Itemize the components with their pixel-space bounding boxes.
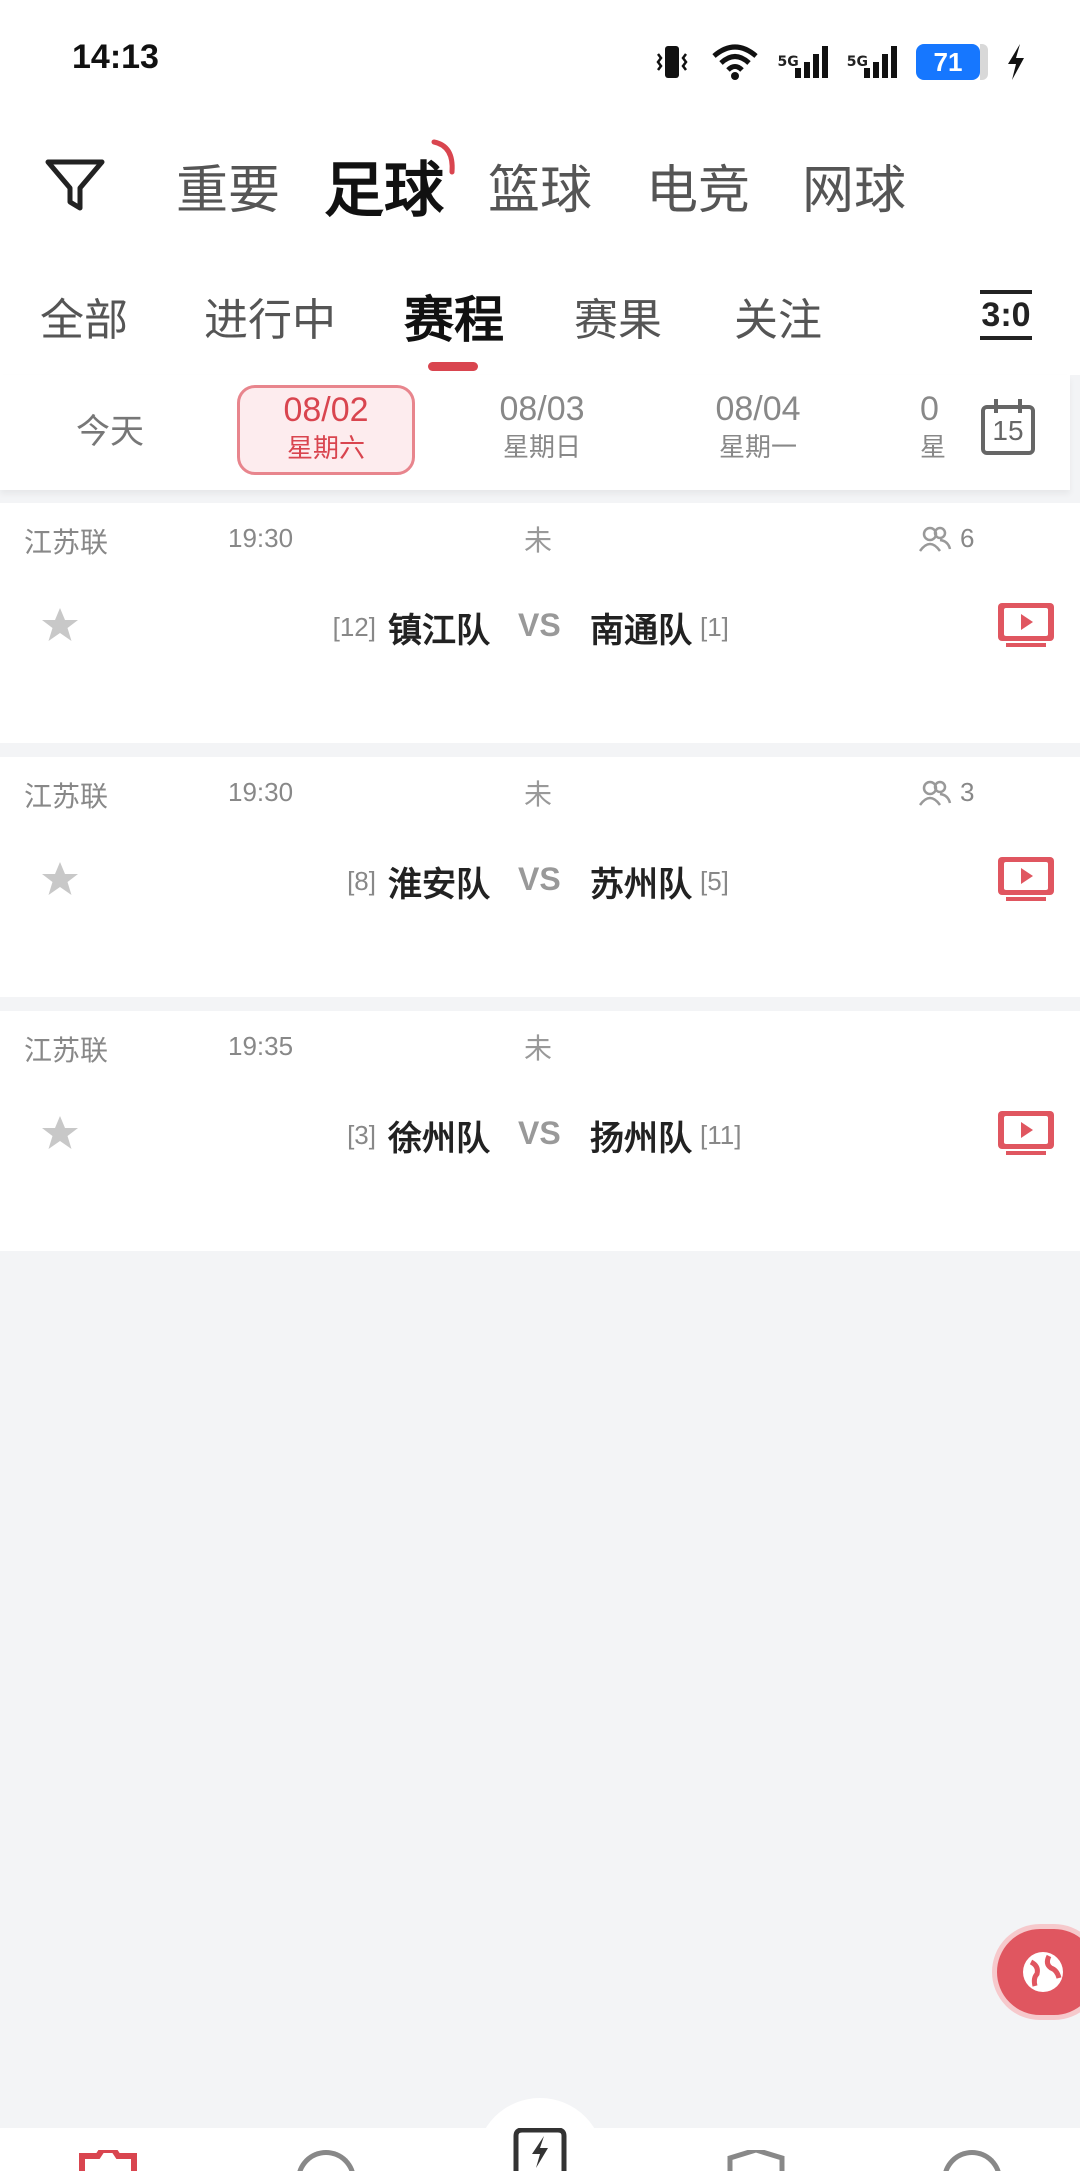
users-icon xyxy=(918,526,952,552)
filter-icon[interactable] xyxy=(40,150,110,220)
signal-label-1: 5G xyxy=(777,54,799,70)
date-weekday: 星期一 xyxy=(718,433,797,463)
tab-live[interactable]: 进行中 xyxy=(204,284,336,348)
away-rank: [5] xyxy=(700,866,729,896)
charging-icon xyxy=(1008,44,1024,80)
away-rank: [1] xyxy=(700,612,729,642)
league-name: 江苏联 xyxy=(24,1034,109,1067)
match-card[interactable]: 江苏联 19:35 未 [3] 徐州队 VS 扬州队 [11] xyxy=(0,1011,1080,1251)
match-teams: [12] 镇江队 VS 南通队 [1] xyxy=(0,603,1080,653)
date-today-label: 今天 xyxy=(76,412,144,452)
vs-label: VS xyxy=(518,1115,561,1151)
match-status: 未 xyxy=(524,524,553,557)
tab-important[interactable]: 重要 xyxy=(176,148,280,223)
tab-schedule[interactable]: 赛程 xyxy=(404,280,504,352)
tab-results[interactable]: 赛果 xyxy=(574,284,662,348)
away-team-name: 扬州队 xyxy=(590,1119,692,1159)
date-value: 08/03 xyxy=(499,390,585,428)
match-status: 未 xyxy=(524,1032,553,1065)
away-team: 苏州队 [5] xyxy=(590,857,729,906)
match-status: 未 xyxy=(524,778,553,811)
calendar-button[interactable]: 15 xyxy=(980,397,1036,457)
home-team-name: 淮安队 xyxy=(388,865,490,905)
globe-button[interactable] xyxy=(992,1924,1080,2020)
globe-icon xyxy=(1023,1952,1063,1992)
tab-following[interactable]: 关注 xyxy=(734,284,822,348)
active-indicator-icon xyxy=(431,139,455,175)
league-name: 江苏联 xyxy=(24,526,109,559)
match-card[interactable]: 江苏联 19:30 未 3 [8] 淮安队 VS 苏州队 [5] xyxy=(0,757,1080,997)
live-tv-icon[interactable] xyxy=(996,855,1056,903)
home-team: [3] 徐州队 xyxy=(347,1111,490,1160)
home-team: [8] 淮安队 xyxy=(347,857,490,906)
match-time: 19:30 xyxy=(228,777,294,807)
date-value: 0 xyxy=(920,390,939,428)
status-time: 14:13 xyxy=(72,38,159,76)
date-weekday: 星期日 xyxy=(502,433,581,463)
league-name: 江苏联 xyxy=(24,780,109,813)
sub-nav: 全部 进行中 赛程 赛果 关注 3:0 xyxy=(0,270,1080,375)
tab-basketball[interactable]: 篮球 xyxy=(488,148,592,223)
date-value: 08/04 xyxy=(715,390,801,428)
calendar-day: 15 xyxy=(992,415,1024,446)
match-teams: [3] 徐州队 VS 扬州队 [11] xyxy=(0,1111,1080,1161)
viewer-count: 3 xyxy=(918,777,974,808)
match-time: 19:30 xyxy=(228,523,294,553)
battery-icon: 71 xyxy=(916,44,988,80)
users-icon xyxy=(918,780,952,806)
viewer-count-value: 6 xyxy=(960,523,975,553)
home-rank: [12] xyxy=(332,612,376,642)
tab-underline xyxy=(428,362,478,371)
sports-nav: 重要 足球 篮球 电竞 网球 xyxy=(0,120,1080,270)
viewer-count-value: 3 xyxy=(960,777,975,807)
tab-tennis[interactable]: 网球 xyxy=(802,148,906,223)
viewer-count: 6 xyxy=(918,523,974,554)
score-mode-button[interactable]: 3:0 xyxy=(980,290,1032,340)
home-team-name: 镇江队 xyxy=(388,611,490,651)
date-weekday: 星期六 xyxy=(286,434,365,464)
date-value: 08/02 xyxy=(283,391,369,429)
tab-all[interactable]: 全部 xyxy=(40,284,128,348)
away-team-name: 南通队 xyxy=(590,611,692,651)
match-time: 19:35 xyxy=(228,1031,294,1061)
flash-tab-icon[interactable] xyxy=(510,2128,570,2171)
home-team: [12] 镇江队 xyxy=(333,603,490,652)
tab-esports[interactable]: 电竞 xyxy=(646,148,750,223)
vs-label: VS xyxy=(518,861,561,897)
vibrate-icon xyxy=(655,46,688,78)
date-item[interactable]: 0 星 xyxy=(920,387,956,477)
shield-tab-icon[interactable] xyxy=(726,2150,786,2171)
status-icons: 5G 5G 71 xyxy=(652,38,1028,86)
date-item-selected[interactable]: 08/02 星期六 xyxy=(237,385,415,475)
signal-label-2: 5G xyxy=(846,54,868,70)
live-tv-icon[interactable] xyxy=(996,601,1056,649)
away-team: 扬州队 [11] xyxy=(590,1111,741,1160)
home-rank: [8] xyxy=(347,866,376,896)
away-team: 南通队 [1] xyxy=(590,603,729,652)
date-item[interactable]: 08/03 星期日 xyxy=(452,387,632,477)
date-today[interactable]: 今天 xyxy=(20,387,200,477)
match-teams: [8] 淮安队 VS 苏州队 [5] xyxy=(0,857,1080,907)
wifi-icon xyxy=(711,44,758,80)
live-tv-icon[interactable] xyxy=(996,1109,1056,1157)
date-selector: 今天 08/02 星期六 08/03 星期日 08/04 星期一 0 星 15 xyxy=(0,375,1070,490)
battery-level: 71 xyxy=(933,46,963,77)
away-rank: [11] xyxy=(700,1120,742,1150)
home-rank: [3] xyxy=(347,1120,376,1150)
score-mode-label: 3:0 xyxy=(981,295,1031,334)
match-tab-icon[interactable] xyxy=(78,2150,138,2171)
home-team-name: 徐州队 xyxy=(388,1119,490,1159)
date-weekday: 星 xyxy=(920,433,947,463)
status-bar: 14:13 5G 5G 71 xyxy=(0,0,1080,120)
tab-football[interactable]: 足球 xyxy=(324,142,444,229)
vs-label: VS xyxy=(518,607,561,643)
match-card[interactable]: 江苏联 19:30 未 6 [12] 镇江队 VS 南通队 [1] xyxy=(0,503,1080,743)
away-team-name: 苏州队 xyxy=(590,865,692,905)
date-item[interactable]: 08/04 星期一 xyxy=(668,387,848,477)
